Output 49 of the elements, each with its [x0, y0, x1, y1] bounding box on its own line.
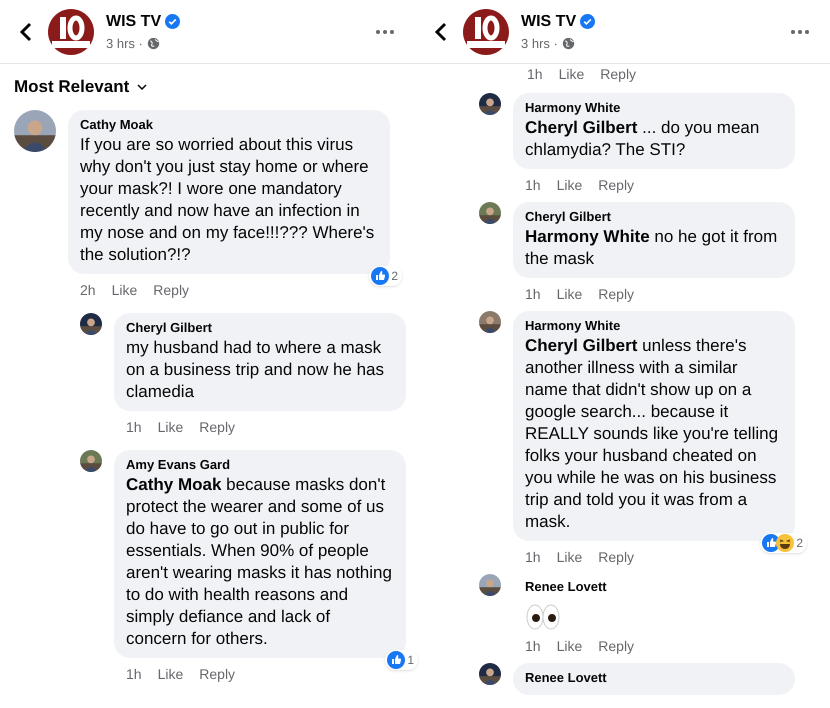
reply-link[interactable]: Reply: [199, 664, 236, 685]
comment-text: Cheryl Gilbert ... do you mean chlamydia? The STI?: [525, 117, 760, 161]
author-name[interactable]: Cheryl Gilbert: [126, 319, 394, 337]
like-link[interactable]: Like: [158, 664, 184, 685]
post-time: 3 hrs ·: [521, 34, 558, 53]
comment-time: 1h: [525, 548, 541, 567]
reply-link[interactable]: Reply: [598, 636, 634, 657]
post-time: 3 hrs ·: [106, 34, 143, 53]
comment-text: If you are so worried about this virus why don't you just stay home or where your mask?! I wore one mandatory recently and now have an infection in my nose and on my face!!!??? Where's the solution?!?: [80, 134, 376, 266]
reaction-badge[interactable]: 1: [385, 650, 418, 670]
author-name[interactable]: Harmony White: [525, 99, 783, 117]
reaction-count: 1: [406, 652, 415, 669]
comment-time: 1h: [525, 285, 541, 304]
reaction-count: 2: [390, 268, 399, 285]
page-name[interactable]: WIS TV: [106, 10, 162, 34]
comment-text: Cathy Moak because masks don't protect the wearer and some of us do have to go out in public for essentials. When 90% of people aren't wearing masks it has nothing to do with health reasons and simply defiance and lack of concern for others.: [126, 474, 393, 650]
comment-text: Cheryl Gilbert unless there's another illness with a similar name that didn't show up on a google search... because it REALLY sounds like you're telling folks your husband cheated on you while he was on his business trip and told you it was from a mask.: [525, 335, 780, 533]
like-link[interactable]: Like: [556, 284, 582, 305]
author-name[interactable]: Cathy Moak: [80, 116, 378, 134]
reply-link[interactable]: Reply: [199, 417, 236, 438]
reply-link[interactable]: Reply: [600, 64, 636, 85]
author-name[interactable]: Amy Evans Gard: [126, 456, 394, 474]
like-link[interactable]: Like: [158, 417, 184, 438]
reaction-badge[interactable]: 2: [369, 266, 402, 286]
comment-text: Harmony White no he got it from the mask: [525, 226, 778, 270]
reply-link[interactable]: Reply: [598, 284, 634, 305]
comment-time: 1h: [126, 418, 142, 437]
reply-link[interactable]: Reply: [598, 175, 634, 196]
like-link[interactable]: Like: [112, 280, 138, 301]
comment-time: 2h: [80, 281, 96, 300]
comment-time: 1h: [527, 65, 543, 84]
reaction-count: 2: [795, 535, 804, 552]
reply-link[interactable]: Reply: [153, 280, 190, 301]
reply-link[interactable]: Reply: [598, 547, 634, 568]
reaction-badge[interactable]: 2: [760, 533, 807, 553]
comment-time: 1h: [126, 665, 142, 684]
like-link[interactable]: Like: [556, 547, 582, 568]
author-name[interactable]: Renee Lovett: [525, 578, 622, 596]
author-name[interactable]: Harmony White: [525, 317, 783, 335]
like-link[interactable]: Like: [556, 175, 582, 196]
comment-text: my husband had to where a mask on a business trip and now he has clamedia: [126, 337, 386, 403]
page-name[interactable]: WIS TV: [521, 10, 576, 34]
author-name[interactable]: Cheryl Gilbert: [525, 208, 783, 226]
sort-dropdown[interactable]: Most Relevant: [14, 74, 130, 100]
comment-time: 1h: [525, 637, 541, 656]
author-name[interactable]: Renee Lovett: [525, 669, 783, 687]
comment-time: 1h: [525, 176, 541, 195]
like-link[interactable]: Like: [558, 64, 584, 85]
like-link[interactable]: Like: [556, 636, 582, 657]
